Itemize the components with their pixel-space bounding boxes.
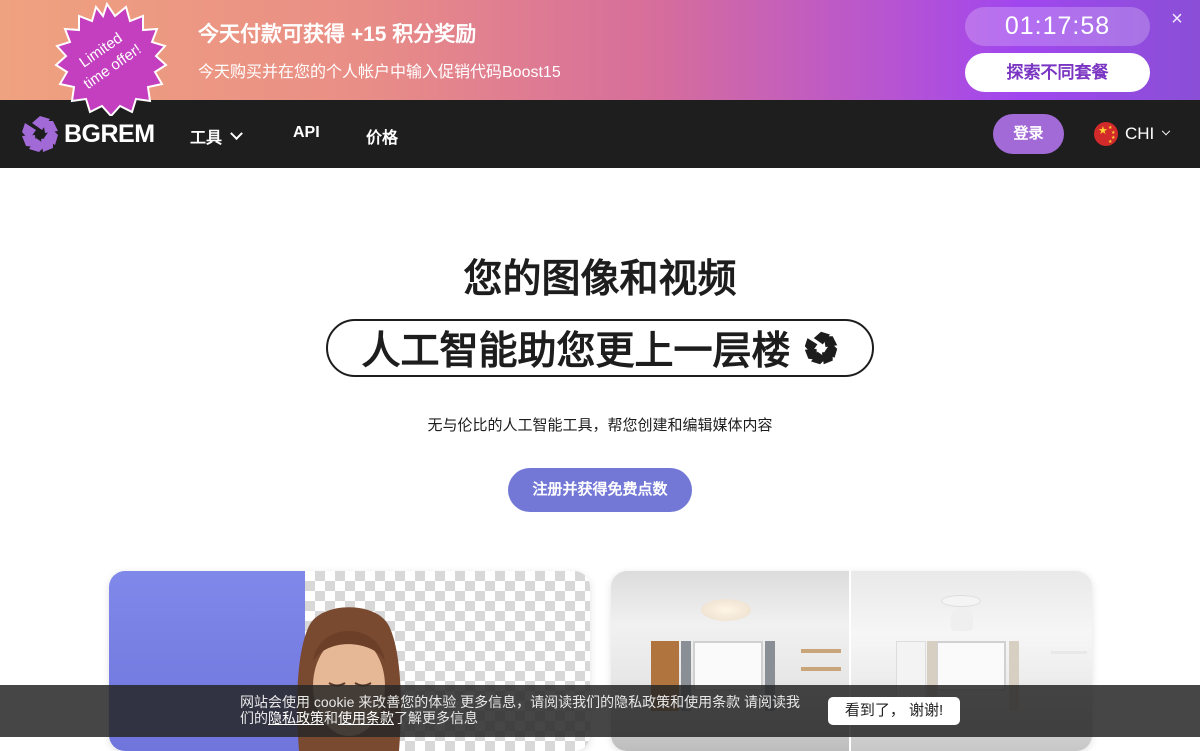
- hero-title: 您的图像和视频: [463, 258, 737, 301]
- cookie-message: 网站会使用 cookie 来改善您的体验 更多信息，请阅读我们的隐私政策和使用条…: [240, 694, 810, 726]
- chevron-down-icon: [230, 126, 243, 140]
- promo-title: 今天付款可获得 +15 积分奖励: [198, 23, 477, 46]
- hero-pill: 人工智能助您更上一层楼: [326, 319, 874, 377]
- explore-plans-button[interactable]: 探索不同套餐: [965, 53, 1150, 92]
- chevron-down-icon: [1162, 126, 1171, 136]
- nav-item-pricing[interactable]: 价格: [366, 124, 398, 148]
- nav-tools-label: 工具: [190, 130, 223, 147]
- cookie-text-and: 和: [324, 710, 338, 726]
- hero-subtitle: 无与伦比的人工智能工具，帮您创建和编辑媒体内容: [427, 417, 773, 434]
- cookie-text-after: 了解更多信息: [394, 710, 478, 726]
- top-navbar: BGREM 工具 API 价格 登录 ★ ★ ★ ★ ★ CHI: [0, 100, 1200, 168]
- nav-item-api[interactable]: API: [293, 124, 320, 142]
- promo-subtitle: 今天购买并在您的个人帐户中输入促销代码Boost15: [198, 64, 561, 81]
- login-button[interactable]: 登录: [993, 114, 1064, 154]
- cookie-accept-button[interactable]: 看到了， 谢谢!: [828, 697, 960, 725]
- language-selector[interactable]: ★ ★ ★ ★ ★ CHI: [1094, 122, 1171, 146]
- language-label: CHI: [1125, 124, 1155, 143]
- hero-pill-text: 人工智能助您更上一层楼: [361, 330, 791, 373]
- aperture-icon: [804, 331, 837, 365]
- close-icon[interactable]: ×: [1166, 8, 1188, 30]
- terms-of-use-link[interactable]: 使用条款: [338, 710, 394, 726]
- signup-cta-button[interactable]: 注册并获得免费点数: [508, 468, 692, 512]
- china-flag-icon: ★ ★ ★ ★ ★: [1094, 122, 1118, 146]
- aperture-logo-icon: [22, 116, 58, 152]
- cookie-banner: 网站会使用 cookie 来改善您的体验 更多信息，请阅读我们的隐私政策和使用条…: [0, 685, 1200, 737]
- privacy-policy-link[interactable]: 隐私政策: [268, 710, 324, 726]
- limited-offer-badge: Limited time offer!: [44, 1, 170, 118]
- countdown-timer: 01:17:58: [965, 7, 1150, 46]
- promo-banner: Limited time offer! 今天付款可获得 +15 积分奖励 今天购…: [0, 0, 1200, 118]
- nav-item-tools[interactable]: 工具: [190, 124, 243, 148]
